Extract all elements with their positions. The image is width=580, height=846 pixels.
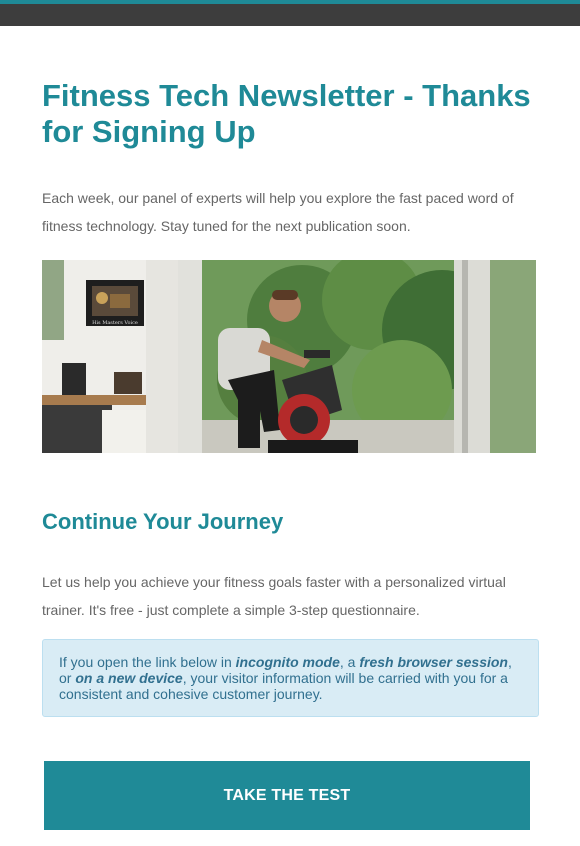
hero-illustration: His Masters Voice <box>42 260 536 453</box>
journey-title: Continue Your Journey <box>42 509 284 534</box>
hero-image: His Masters Voice <box>42 260 536 453</box>
visitor-info-notice: If you open the link below in incognito … <box>42 639 539 717</box>
take-the-test-button[interactable]: TAKE THE TEST <box>44 761 530 830</box>
take-the-test-label: TAKE THE TEST <box>223 786 351 804</box>
poster-caption: His Masters Voice <box>92 320 138 326</box>
notice-emphasis-new-device: on a new device <box>75 670 183 686</box>
notice-text-1: If you open the link below in <box>59 654 236 670</box>
top-bar <box>0 0 580 26</box>
newsletter-title: Fitness Tech Newsletter - Thanks for Sig… <box>42 78 531 149</box>
notice-emphasis-incognito: incognito mode <box>235 654 340 670</box>
email-body: Fitness Tech Newsletter - Thanks for Sig… <box>0 0 580 846</box>
notice-emphasis-fresh-session: fresh browser session <box>359 654 508 670</box>
intro-paragraph: Each week, our panel of experts will hel… <box>42 190 514 234</box>
notice-text-2: , a <box>339 654 360 670</box>
journey-paragraph: Let us help you achieve your fitness goa… <box>42 574 506 618</box>
